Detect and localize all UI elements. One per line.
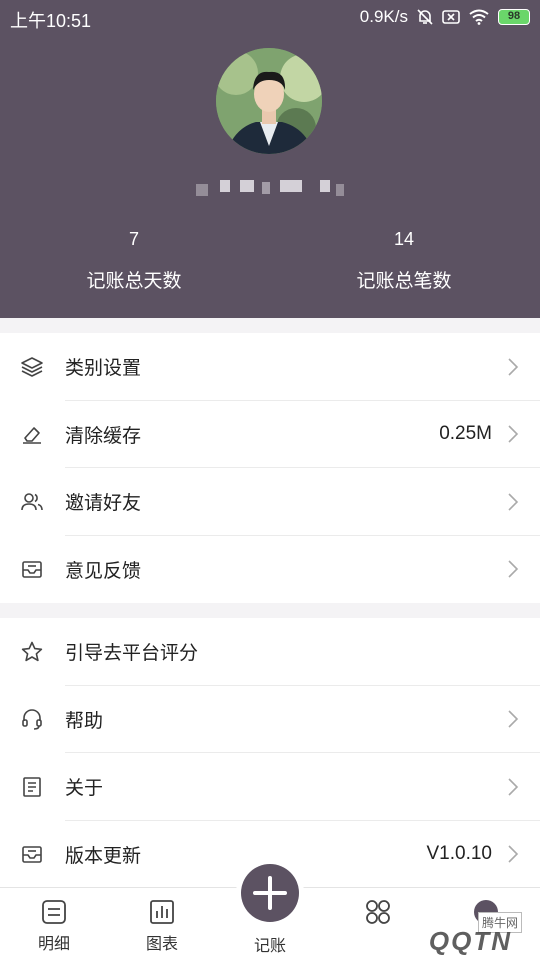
bar-chart-icon [150, 900, 174, 924]
menu-item-label: 类别设置 [65, 358, 142, 380]
tab-label: 图表 [145, 936, 178, 953]
chevron-right-icon [508, 845, 519, 863]
list-icon [42, 900, 66, 924]
menu-item-about[interactable]: 关于 [0, 753, 540, 821]
stat-label: 记账总笔数 [356, 271, 452, 292]
plus-icon [253, 876, 287, 910]
menu-item-rate-app[interactable]: 引导去平台评分 [0, 618, 540, 686]
menu-item-invite-friends[interactable]: 邀请好友 [0, 468, 540, 536]
status-icons: 0.9K/s 98 [360, 7, 530, 27]
stat-label: 记账总天数 [86, 271, 182, 292]
watermark-logo: QQTN [428, 926, 512, 956]
chevron-right-icon [508, 493, 519, 511]
inbox-icon [22, 846, 42, 864]
wifi-icon [469, 9, 489, 25]
more-section: 引导去平台评分 帮助 关于 版本更新 V1.0.10 [0, 618, 540, 888]
network-speed: 0.9K/s [359, 7, 408, 26]
sim-off-icon [442, 10, 460, 24]
add-record-button[interactable] [241, 864, 299, 922]
stat-value: 14 [393, 229, 415, 249]
headset-icon [22, 709, 42, 731]
tab-categories[interactable] [338, 898, 418, 926]
menu-item-label: 清除缓存 [65, 425, 142, 447]
stat-total-records: 14 记账总笔数 [304, 228, 504, 294]
star-icon [21, 641, 43, 661]
menu-item-category-settings[interactable]: 类别设置 [0, 333, 540, 401]
menu-item-label: 关于 [65, 778, 104, 800]
document-icon [23, 776, 41, 797]
eraser-icon [23, 427, 41, 445]
menu-item-label: 意见反馈 [65, 560, 142, 582]
menu-item-label: 引导去平台评分 [65, 643, 199, 665]
menu-item-label: 邀请好友 [65, 493, 142, 515]
username-pixelated [196, 178, 346, 196]
menu-item-label: 版本更新 [65, 845, 142, 867]
mute-bell-icon [417, 9, 433, 25]
cache-size-value: 0.25M [439, 423, 492, 445]
chevron-right-icon [508, 358, 519, 376]
layers-icon [21, 356, 43, 377]
stat-total-days: 7 记账总天数 [34, 228, 234, 294]
stat-value: 7 [128, 229, 139, 249]
settings-section: 类别设置 清除缓存 0.25M 邀请好友 意见反馈 [0, 333, 540, 603]
menu-item-help[interactable]: 帮助 [0, 686, 540, 753]
tab-label: 明细 [37, 936, 70, 953]
version-value: V1.0.10 [426, 843, 493, 865]
tab-label: 记账 [253, 938, 286, 955]
avatar-photo [216, 48, 322, 154]
menu-item-clear-cache[interactable]: 清除缓存 0.25M [0, 401, 540, 468]
users-icon [21, 492, 43, 510]
menu-item-label: 帮助 [65, 710, 104, 732]
profile-screen: 上午10:51 0.9K/s 98 7 记账总天数 14 记账总笔数 类别设置 … [0, 0, 540, 960]
status-time: 上午10:51 [10, 11, 92, 31]
chevron-right-icon [508, 778, 519, 796]
status-bar: 上午10:51 0.9K/s 98 [0, 0, 540, 36]
tab-details[interactable]: 明细 [14, 898, 94, 954]
tab-charts[interactable]: 图表 [122, 898, 202, 954]
battery-indicator: 98 [498, 9, 530, 25]
inbox-icon [22, 561, 42, 579]
chevron-right-icon [508, 710, 519, 728]
chevron-right-icon [508, 425, 519, 443]
menu-item-feedback[interactable]: 意见反馈 [0, 536, 540, 604]
avatar[interactable] [216, 48, 322, 154]
chevron-right-icon [508, 560, 519, 578]
profile-header: 上午10:51 0.9K/s 98 7 记账总天数 14 记账总笔数 [0, 0, 540, 318]
grid-circles-icon [366, 900, 390, 924]
